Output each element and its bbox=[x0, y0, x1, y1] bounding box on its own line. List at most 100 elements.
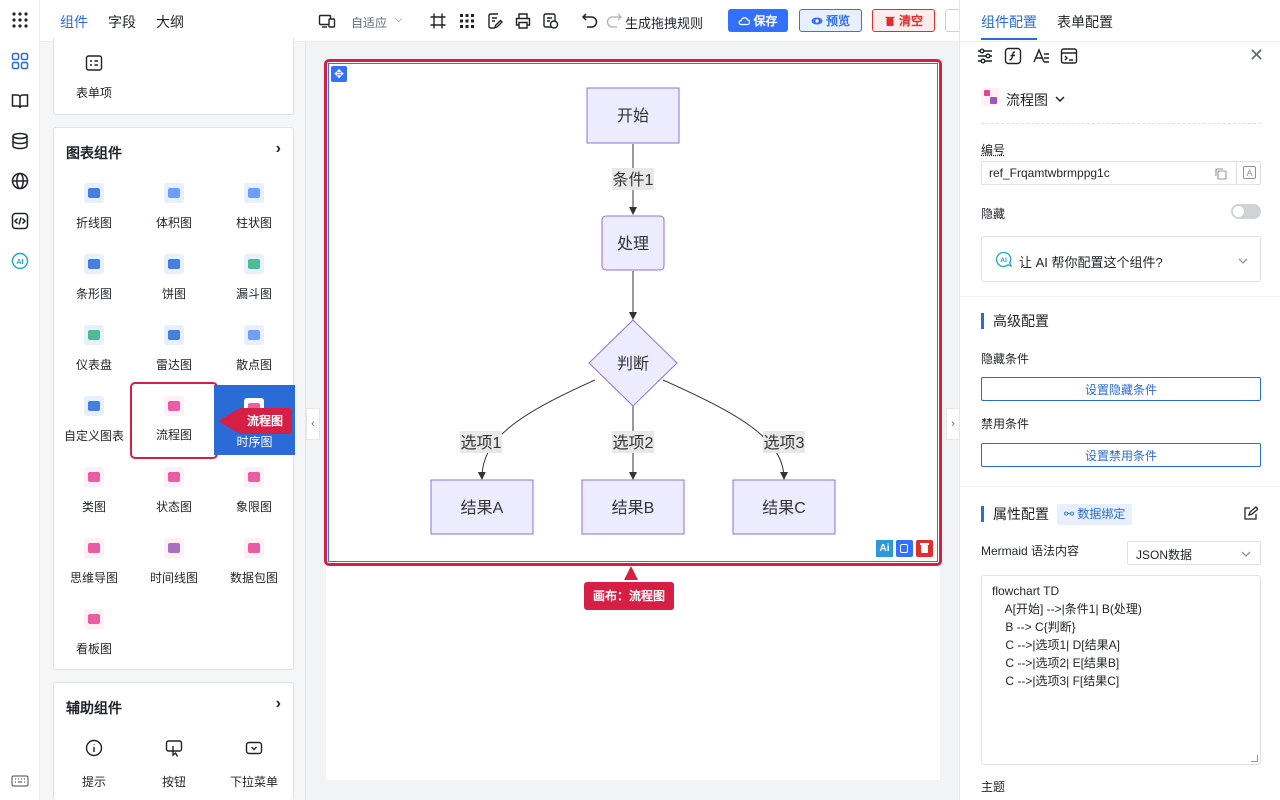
id-field[interactable]: ref_Frqamtwbrmppg1c A bbox=[981, 161, 1261, 185]
script-icon[interactable] bbox=[542, 12, 560, 30]
component-label: 表单项 bbox=[75, 86, 112, 100]
keyboard-icon[interactable] bbox=[9, 770, 31, 792]
book-icon[interactable] bbox=[9, 90, 31, 112]
divider bbox=[960, 296, 1280, 297]
collapse-left-button[interactable]: ‹ bbox=[306, 408, 320, 440]
globe-icon[interactable] bbox=[9, 170, 31, 192]
function-icon[interactable] bbox=[1004, 47, 1022, 65]
data-binding-button[interactable]: ⚯ 数据绑定 bbox=[1057, 504, 1133, 525]
tag-pointer bbox=[624, 566, 638, 580]
save-label: 保存 bbox=[753, 14, 778, 28]
redo-icon[interactable] bbox=[605, 12, 623, 30]
bar-chart-icon bbox=[244, 183, 264, 203]
set-disable-condition-button[interactable]: 设置禁用条件 bbox=[981, 443, 1261, 467]
component-chart-item[interactable]: 状态图 bbox=[134, 454, 214, 520]
edit-icon[interactable] bbox=[1243, 506, 1258, 521]
gauge-icon bbox=[84, 325, 104, 345]
print-icon[interactable] bbox=[514, 12, 532, 30]
chevron-down-icon[interactable]: ⌵ bbox=[395, 14, 403, 25]
kanban-icon bbox=[84, 609, 104, 629]
sliders-icon[interactable] bbox=[976, 47, 994, 65]
overflow-button[interactable] bbox=[945, 9, 959, 32]
generate-drag-rule-button[interactable]: 生成拖拽规则 bbox=[625, 13, 703, 32]
set-hide-condition-button[interactable]: 设置隐藏条件 bbox=[981, 377, 1261, 401]
chevron-right-icon[interactable]: › bbox=[276, 695, 281, 713]
form-card: 表单项 bbox=[53, 38, 294, 115]
tab-form-config[interactable]: 表单配置 bbox=[1057, 12, 1113, 32]
radar-chart-icon bbox=[164, 325, 184, 345]
edit-icon[interactable] bbox=[486, 12, 504, 30]
component-label: 折线图 bbox=[75, 216, 112, 230]
component-form-item[interactable]: 表单项 bbox=[54, 40, 134, 106]
component-chart-item[interactable]: 象限图 bbox=[214, 454, 294, 520]
component-chart-item[interactable]: 饼图 bbox=[134, 241, 214, 307]
mermaid-code-editor[interactable]: flowchart TD A[开始] -->|条件1| B(处理) B --> … bbox=[981, 575, 1261, 765]
terminal-icon[interactable] bbox=[1060, 47, 1078, 65]
timeline-icon bbox=[164, 538, 184, 558]
grid-icon[interactable] bbox=[458, 12, 476, 30]
database-icon[interactable] bbox=[9, 130, 31, 152]
component-tooltip[interactable]: 提示 bbox=[54, 733, 134, 799]
hidden-toggle[interactable] bbox=[1231, 204, 1261, 219]
component-label: 柱状图 bbox=[235, 216, 272, 230]
divider bbox=[960, 41, 1280, 42]
property-config-title: 属性配置 bbox=[981, 506, 1049, 522]
flowchart-component-icon bbox=[981, 88, 999, 106]
close-icon[interactable]: ✕ bbox=[1249, 45, 1264, 66]
fit-select[interactable]: 自适应 bbox=[351, 14, 387, 31]
ai-icon[interactable]: AI bbox=[9, 250, 31, 272]
left-tabs: 组件 字段 大纲 bbox=[40, 0, 306, 42]
format-select[interactable]: JSON数据 bbox=[1127, 541, 1261, 565]
component-chart-item[interactable]: 思维导图 bbox=[54, 525, 134, 591]
components-icon[interactable] bbox=[9, 50, 31, 72]
component-chart-item[interactable]: 体积图 bbox=[134, 170, 214, 236]
component-chart-item[interactable]: 看板图 bbox=[54, 596, 134, 662]
component-chart-item[interactable]: 折线图 bbox=[54, 170, 134, 236]
tab-components[interactable]: 组件 bbox=[60, 12, 88, 32]
component-chart-item[interactable]: 类图 bbox=[54, 454, 134, 520]
quadrant-chart-icon bbox=[244, 467, 264, 487]
chevron-down-icon[interactable] bbox=[1054, 93, 1066, 105]
ai-prompt-text: 让 AI 帮你配置这个组件? bbox=[1019, 255, 1163, 270]
frame-icon[interactable] bbox=[429, 12, 447, 30]
text-style-icon[interactable] bbox=[1032, 47, 1050, 65]
apps-grid-icon[interactable] bbox=[9, 9, 31, 31]
canvas-annotation-tag: 画布：流程图 bbox=[584, 582, 675, 610]
preview-button[interactable]: 预览 bbox=[799, 9, 862, 32]
component-chart-item[interactable]: 柱状图 bbox=[214, 170, 294, 236]
component-panel: 组件 字段 大纲 表单项 图表组件 › 折线图 体积图 柱状图 条形图 饼图 漏斗图 仪表盘… bbox=[40, 0, 306, 800]
component-button[interactable]: 按钮 bbox=[134, 733, 214, 799]
component-chart-item[interactable]: 时间线图 bbox=[134, 525, 214, 591]
chevron-right-icon[interactable]: › bbox=[276, 140, 281, 158]
component-chart-item[interactable]: 漏斗图 bbox=[214, 241, 294, 307]
clear-button[interactable]: 清空 bbox=[872, 9, 935, 32]
theme-label: 主题 bbox=[981, 780, 1006, 794]
chart-components-card: 图表组件 › 折线图 体积图 柱状图 条形图 饼图 漏斗图 仪表盘 雷达图 散点图 自定义图表 流程… bbox=[53, 127, 295, 670]
tab-component-config[interactable]: 组件配置 bbox=[981, 12, 1037, 32]
copy-icon[interactable] bbox=[1214, 167, 1227, 180]
component-chart-item[interactable]: 数据包图 bbox=[214, 525, 294, 591]
component-chart-item[interactable]: 流程图 bbox=[130, 382, 218, 459]
component-label: 散点图 bbox=[235, 358, 272, 372]
component-chart-item[interactable]: 雷达图 bbox=[134, 312, 214, 378]
save-button[interactable]: 保存 bbox=[728, 9, 788, 32]
icon-rail: AI bbox=[0, 0, 40, 800]
custom-chart-icon bbox=[84, 396, 104, 416]
variable-icon[interactable]: A bbox=[1243, 166, 1256, 179]
component-dropdown[interactable]: 下拉菜单 bbox=[214, 733, 294, 799]
resize-handle[interactable] bbox=[1251, 755, 1258, 762]
ai-config-prompt[interactable]: AI 让 AI 帮你配置这个组件? bbox=[981, 236, 1261, 282]
device-icon[interactable] bbox=[318, 12, 336, 30]
collapse-right-button[interactable]: › bbox=[946, 408, 960, 440]
aux-components-card: 辅助组件 › 提示 按钮 下拉菜单 bbox=[53, 682, 294, 800]
code-icon[interactable] bbox=[9, 210, 31, 232]
tab-fields[interactable]: 字段 bbox=[108, 12, 136, 32]
component-chart-item[interactable]: 仪表盘 bbox=[54, 312, 134, 378]
component-chart-item[interactable]: 散点图 bbox=[214, 312, 294, 378]
undo-icon[interactable] bbox=[581, 12, 599, 30]
component-type-select[interactable]: 流程图 bbox=[1006, 90, 1048, 110]
config-panel: 组件配置 表单配置 ✕ 流程图 编号 ref_Frqamtwbrmppg1c A… bbox=[959, 0, 1280, 800]
component-chart-item[interactable]: 条形图 bbox=[54, 241, 134, 307]
tab-outline[interactable]: 大纲 bbox=[156, 12, 184, 32]
component-chart-item[interactable]: 自定义图表 bbox=[54, 383, 134, 449]
